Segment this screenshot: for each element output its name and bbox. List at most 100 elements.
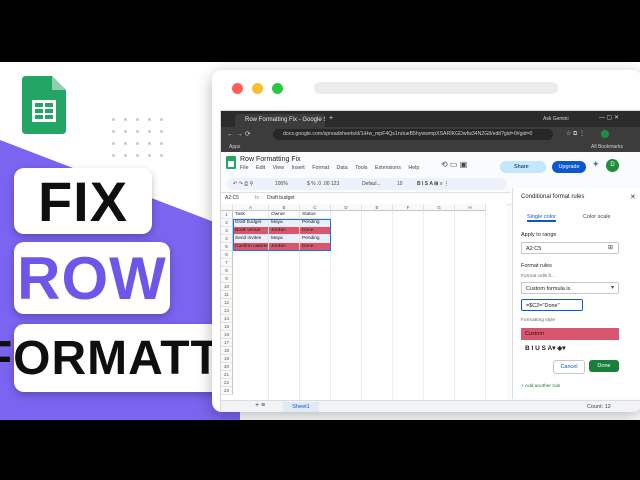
font-select[interactable]: Defaul... — [362, 181, 381, 187]
sheets-app: Row Formatting Fix File Edit View Insert… — [221, 152, 640, 412]
table-cell[interactable]: Task — [233, 211, 269, 219]
menu-tools[interactable]: Tools — [355, 165, 367, 171]
range-input[interactable]: A2:C5 — [521, 242, 619, 254]
condition-select[interactable]: Custom formula is — [521, 282, 619, 294]
conditional-format-panel: Conditional format rules ✕ Single color … — [512, 188, 640, 399]
browser-window: Row Formatting Fix - Google S + Ask Gemi… — [212, 70, 640, 412]
menu-edit[interactable]: Edit — [256, 165, 265, 171]
history-icon[interactable]: ⟲ ▭ ▣ — [441, 160, 467, 169]
count-readout[interactable]: Count: 12 — [587, 404, 611, 410]
grid-line — [392, 211, 393, 400]
spreadsheet-grid[interactable]: A B C D E F G H 1 2 3 4 5 6 7 8 9 10 11 12 13 14 15 16 17 18 19 20 2… — [221, 204, 507, 400]
grid-line — [454, 211, 455, 400]
row-header[interactable]: 22 — [221, 379, 233, 387]
row-header[interactable]: 19 — [221, 355, 233, 363]
cancel-button[interactable]: Cancel — [553, 360, 585, 374]
table-cell[interactable]: Owner — [269, 211, 300, 219]
undo-redo-icons[interactable]: ↶ ↷ ⎙ ⚲ — [233, 181, 253, 187]
row-header[interactable]: 16 — [221, 331, 233, 339]
menu-format[interactable]: Format — [312, 165, 329, 171]
menu-data[interactable]: Data — [337, 165, 348, 171]
column-header[interactable]: B — [269, 204, 300, 211]
grid-corner[interactable] — [221, 204, 233, 211]
apps-bookmark[interactable]: Apps — [229, 142, 240, 152]
font-size-field[interactable]: 10 — [397, 181, 403, 187]
profile-avatar[interactable] — [601, 130, 609, 138]
column-header[interactable]: D — [331, 204, 362, 211]
maximize-dot-icon[interactable] — [272, 83, 283, 94]
minimize-dot-icon[interactable] — [252, 83, 263, 94]
row-header[interactable]: 21 — [221, 371, 233, 379]
tab-strip: Row Formatting Fix - Google S + Ask Gemi… — [221, 111, 640, 127]
add-another-rule-link[interactable]: + Add another rule — [521, 384, 560, 389]
row-header[interactable]: 11 — [221, 291, 233, 299]
window-controls-icon[interactable]: — ▢ ✕ — [599, 114, 619, 121]
style-buttons-icons[interactable]: B I U S A▾ ◈▾ — [525, 344, 566, 352]
column-header[interactable]: C — [300, 204, 331, 211]
zoom-select[interactable]: 100% — [275, 181, 288, 187]
text-style-icons[interactable]: B I S A ⊞ ≡ ⋮ — [417, 181, 449, 187]
extensions-icon[interactable]: ☆ ⧉ ⋮ — [566, 130, 585, 138]
column-header[interactable]: A — [233, 204, 269, 211]
address-input[interactable]: docs.google.com/spreadsheets/d/1iHw_mpF4… — [273, 129, 553, 140]
done-button[interactable]: Done — [589, 360, 619, 372]
number-format-icons[interactable]: $ % .0 .00 123 — [307, 181, 339, 187]
formatting-style-preview[interactable]: Custom — [521, 328, 619, 340]
name-box[interactable]: A2:C5 — [225, 195, 239, 201]
row-header[interactable]: 12 — [221, 299, 233, 307]
menu-bar: File Edit View Insert Format Data Tools … — [240, 165, 425, 171]
row-header[interactable]: 9 — [221, 275, 233, 283]
menu-extensions[interactable]: Extensions — [375, 165, 401, 171]
row-header[interactable]: 13 — [221, 307, 233, 315]
gemini-icon[interactable]: ✦ — [592, 159, 600, 170]
row-header[interactable]: 10 — [221, 283, 233, 291]
row-header[interactable]: 17 — [221, 339, 233, 347]
row-header[interactable]: 14 — [221, 315, 233, 323]
back-icon[interactable]: ← → ⟳ — [227, 130, 251, 138]
apply-range-label: Apply to range — [521, 232, 557, 238]
column-header[interactable]: F — [393, 204, 424, 211]
row-header[interactable]: 18 — [221, 347, 233, 355]
row-header[interactable]: 23 — [221, 387, 233, 395]
address-bar-row: ← → ⟳ docs.google.com/spreadsheets/d/1iH… — [221, 127, 640, 142]
tab-single-color[interactable]: Single color — [527, 214, 556, 222]
document-title[interactable]: Row Formatting Fix — [240, 156, 301, 163]
close-icon[interactable]: ✕ — [630, 193, 636, 201]
sheets-app-icon[interactable] — [226, 156, 236, 169]
row-header[interactable]: 8 — [221, 267, 233, 275]
column-header[interactable]: H — [455, 204, 486, 211]
close-dot-icon[interactable] — [232, 83, 243, 94]
row-header[interactable]: 1 — [221, 211, 233, 219]
custom-formula-input[interactable]: =$C2="Done" — [521, 299, 583, 311]
share-button[interactable]: Share — [500, 161, 546, 173]
row-header[interactable]: 7 — [221, 259, 233, 267]
menu-view[interactable]: View — [273, 165, 284, 171]
menu-help[interactable]: Help — [408, 165, 419, 171]
sheet-tab-sheet1[interactable]: Sheet1 — [283, 402, 319, 412]
all-bookmarks[interactable]: All Bookmarks — [591, 142, 623, 152]
upgrade-button[interactable]: Upgrade — [552, 161, 586, 173]
column-header[interactable]: E — [362, 204, 393, 211]
row-header[interactable]: 5 — [221, 243, 233, 251]
row-header[interactable]: 20 — [221, 363, 233, 371]
row-header[interactable]: 4 — [221, 235, 233, 243]
grid-select-icon[interactable]: ⊞ — [608, 244, 613, 251]
tab-color-scale[interactable]: Color scale — [583, 214, 611, 220]
row-header[interactable]: 3 — [221, 227, 233, 235]
row-header[interactable]: 6 — [221, 251, 233, 259]
chevron-down-icon[interactable]: ▾ — [611, 284, 614, 291]
user-avatar[interactable]: D — [606, 159, 619, 172]
formula-input[interactable]: Draft budget — [267, 195, 295, 201]
column-header[interactable]: G — [424, 204, 455, 211]
ask-gemini-button[interactable]: Ask Gemini — [543, 116, 569, 122]
row-header[interactable]: 2 — [221, 219, 233, 227]
browser-tab[interactable]: Row Formatting Fix - Google S — [235, 114, 325, 127]
row-header[interactable]: 15 — [221, 323, 233, 331]
menu-insert[interactable]: Insert — [292, 165, 305, 171]
table-cell[interactable]: Status — [300, 211, 331, 219]
new-tab-icon[interactable]: + — [329, 115, 333, 122]
menu-file[interactable]: File — [240, 165, 249, 171]
add-sheet-icon[interactable]: + ≡ — [255, 402, 265, 409]
sheet-tab-bar: + ≡ Sheet1 Count: 12 — [221, 400, 640, 412]
fx-icon: fx — [255, 195, 259, 201]
